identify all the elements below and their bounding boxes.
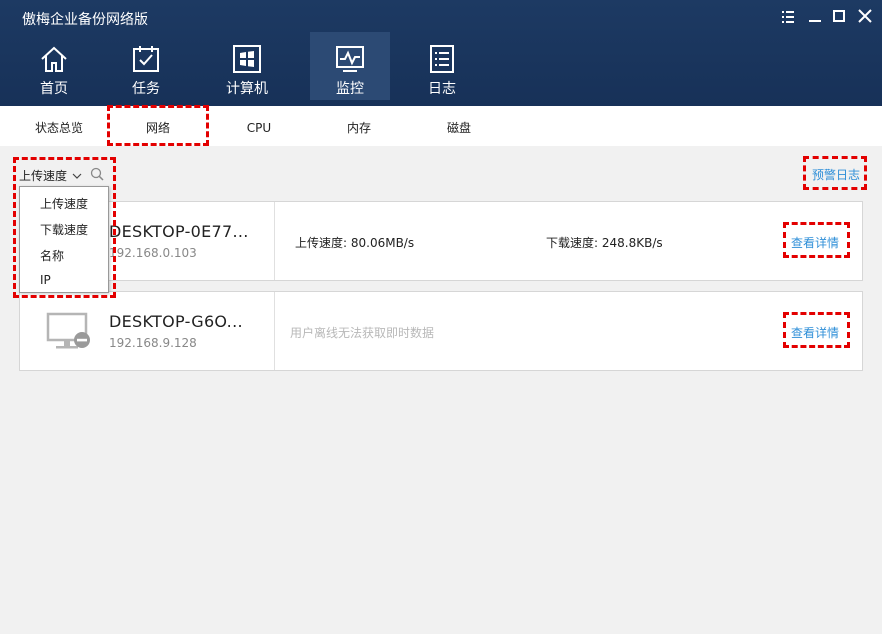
nav-label: 日志 — [428, 81, 456, 97]
nav-label: 首页 — [40, 81, 68, 97]
offline-message: 用户离线无法获取即时数据 — [290, 326, 435, 340]
computer-icon — [233, 45, 261, 73]
download-speed: 下载速度: 248.8KB/s — [546, 236, 663, 250]
log-icon — [430, 45, 454, 73]
tab-status-overview[interactable]: 状态总览 — [18, 106, 100, 146]
tab-disk[interactable]: 磁盘 — [418, 106, 500, 146]
home-icon — [41, 46, 67, 72]
device-name: DESKTOP-0E77... — [109, 222, 249, 241]
device-card[interactable]: DESKTOP-0E77... 192.168.0.103 上传速度: 80.0… — [19, 201, 863, 281]
offline-computer-icon — [46, 312, 90, 349]
menu-icon[interactable] — [777, 7, 799, 27]
highlight-network-tab — [107, 105, 209, 146]
upload-speed: 上传速度: 80.06MB/s — [295, 236, 415, 250]
divider — [274, 202, 275, 280]
highlight-alert-log — [803, 156, 867, 190]
close-icon[interactable] — [854, 7, 876, 27]
nav-label: 计算机 — [226, 81, 268, 97]
monitor-icon — [336, 46, 364, 72]
nav-computer[interactable]: 计算机 — [207, 32, 287, 100]
nav-home[interactable]: 首页 — [14, 32, 94, 100]
nav-task[interactable]: 任务 — [106, 32, 186, 100]
nav-label: 任务 — [132, 81, 160, 97]
highlight-view-details — [783, 222, 850, 258]
tab-cpu[interactable]: CPU — [218, 106, 300, 146]
device-name: DESKTOP-G6O... — [109, 312, 243, 331]
app-title: 傲梅企业备份网络版 — [22, 12, 148, 28]
highlight-sort-dropdown — [13, 157, 116, 298]
maximize-icon[interactable] — [828, 7, 850, 27]
device-card[interactable]: DESKTOP-G6O... 192.168.9.128 用户离线无法获取即时数… — [19, 291, 863, 371]
device-ip: 192.168.0.103 — [109, 246, 197, 260]
title-bar: 傲梅企业备份网络版 首页 任务 计算机 监控 日志 — [0, 0, 882, 106]
divider — [274, 292, 275, 370]
device-ip: 192.168.9.128 — [109, 336, 197, 350]
nav-monitor[interactable]: 监控 — [310, 32, 390, 100]
task-icon — [133, 46, 159, 72]
highlight-view-details — [783, 312, 850, 348]
minimize-icon[interactable] — [804, 7, 826, 27]
nav-label: 监控 — [336, 81, 364, 97]
tab-memory[interactable]: 内存 — [318, 106, 400, 146]
nav-log[interactable]: 日志 — [402, 32, 482, 100]
